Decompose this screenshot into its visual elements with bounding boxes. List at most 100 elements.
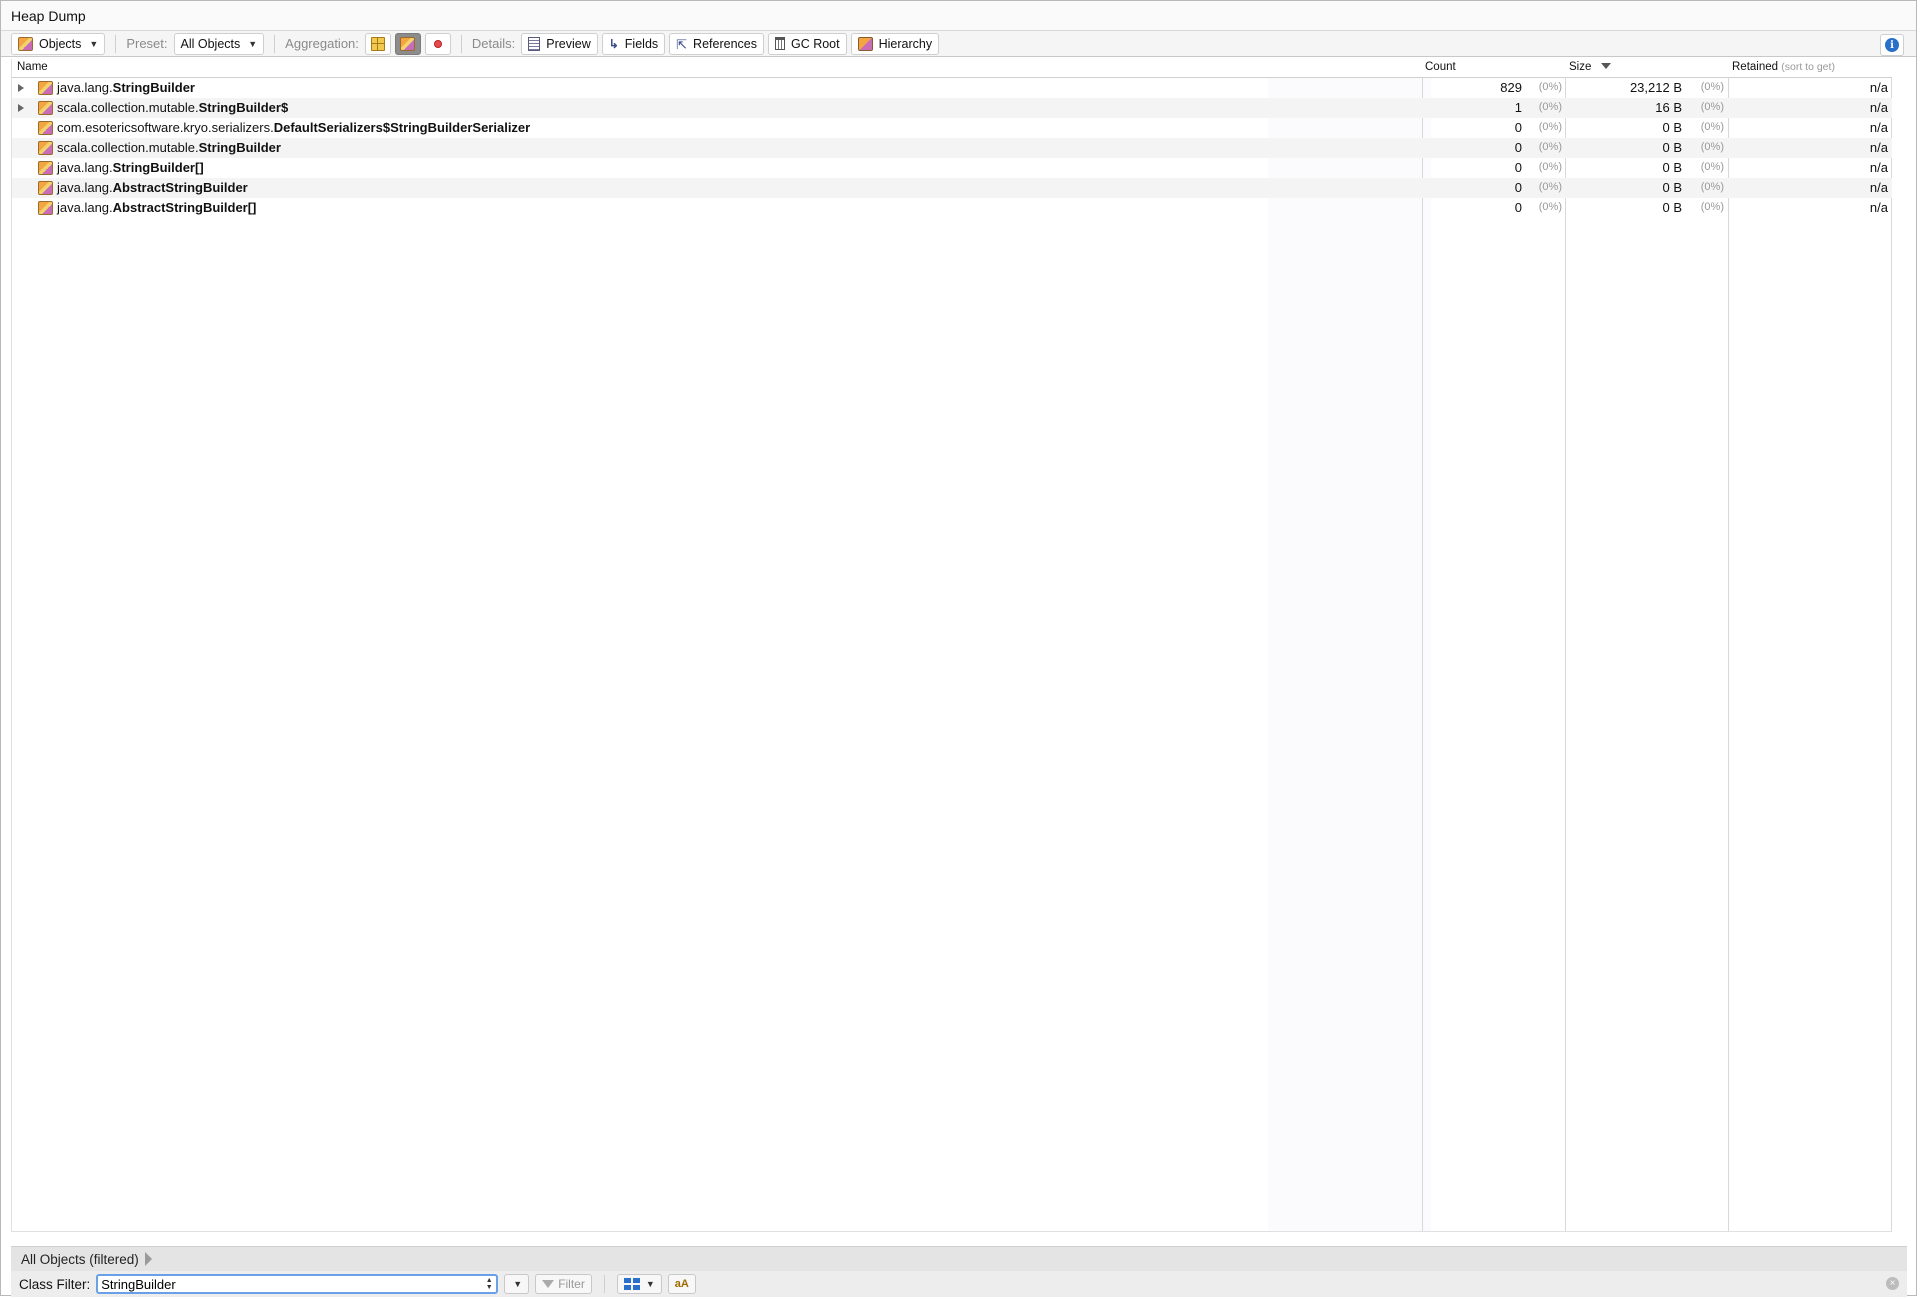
references-button[interactable]: ⇱ References [669, 32, 764, 55]
shallow-size-percent: (0%) [1700, 81, 1724, 93]
shallow-size-percent: (0%) [1700, 101, 1724, 113]
table-row[interactable]: java.lang.StringBuilder[] 0 (0%) 0 B (0%) n/a [12, 158, 1892, 178]
class-name: com.esotericsoftware.kryo.serializers.De… [57, 120, 530, 135]
preview-document-icon [528, 36, 541, 51]
aggregate-by-instance-button[interactable] [424, 32, 451, 55]
objects-icon [18, 36, 33, 51]
toolbar-divider [460, 34, 462, 53]
class-package: java.lang. [57, 160, 113, 175]
filter-history-stepper-icon[interactable]: ▲ ▼ [482, 1276, 496, 1292]
class-simple-name: AbstractStringBuilder [112, 180, 248, 195]
shallow-size: 23,212 B [1629, 80, 1682, 95]
filter-bar: Class Filter: ▲▼ ▼ Filter ▼ aA × [11, 1271, 1907, 1297]
shallow-size-percent: (0%) [1700, 141, 1724, 153]
retained-size: n/a [1869, 120, 1888, 135]
column-header-size[interactable]: Size [1569, 61, 1612, 73]
package-grid-icon [370, 36, 385, 51]
class-simple-name: StringBuilder [112, 80, 195, 95]
aggregate-by-package-button[interactable] [364, 32, 391, 55]
table-row[interactable]: java.lang.StringBuilder 829 (0%) 23,212 B (0… [12, 78, 1892, 98]
class-simple-name: StringBuilder[] [112, 160, 204, 175]
class-name: java.lang.AbstractStringBuilder [57, 180, 248, 195]
instance-count-percent: (0%) [1538, 121, 1562, 133]
retained-size: n/a [1869, 100, 1888, 115]
instance-count: 0 [1514, 140, 1522, 155]
shallow-size-percent: (0%) [1700, 181, 1724, 193]
hierarchy-button-label: Hierarchy [878, 36, 933, 51]
close-filter-icon[interactable]: × [1886, 1277, 1899, 1290]
retained-size: n/a [1869, 180, 1888, 195]
toolbar-divider [115, 34, 117, 53]
class-package: scala.collection.mutable. [57, 100, 199, 115]
chevron-down-icon: ▼ [248, 38, 258, 49]
chevron-down-icon: ▼ [645, 1279, 655, 1289]
match-case-button[interactable]: aA [667, 1274, 696, 1294]
table-row[interactable]: scala.collection.mutable.StringBuilder 0 (… [12, 138, 1892, 158]
info-button[interactable]: i [1880, 34, 1904, 56]
sort-descending-icon [1601, 63, 1612, 69]
class-icon [38, 141, 53, 155]
instance-count-percent: (0%) [1538, 101, 1562, 113]
breadcrumb-chevron-icon [144, 1252, 152, 1266]
table-row[interactable]: com.esotericsoftware.kryo.serializers.De… [12, 118, 1892, 138]
class-filter-label: Class Filter: [19, 1276, 91, 1292]
expand-arrow-icon[interactable] [18, 104, 24, 112]
filter-options-dropdown[interactable]: ▼ [504, 1274, 530, 1294]
expand-arrow-icon[interactable] [18, 84, 24, 92]
class-name: scala.collection.mutable.StringBuilder$ [57, 100, 288, 115]
preset-dropdown[interactable]: All Objects ▼ [173, 32, 265, 55]
filter-button-label: Filter [558, 1277, 585, 1291]
retained-size: n/a [1869, 160, 1888, 175]
filter-mode-dropdown[interactable]: ▼ [616, 1274, 662, 1294]
window-title-text: Heap Dump [11, 7, 86, 24]
breadcrumb-item[interactable]: All Objects (filtered) [21, 1252, 139, 1267]
fields-button[interactable]: ↳ Fields [601, 32, 666, 55]
preset-label: Preset: [126, 36, 168, 51]
view-dropdown[interactable]: Objects ▼ [11, 32, 106, 55]
column-divider [1891, 59, 1892, 1231]
instance-count: 0 [1514, 200, 1522, 215]
table-row[interactable]: scala.collection.mutable.StringBuilder$ 1… [12, 98, 1892, 118]
instance-count-percent: (0%) [1538, 161, 1562, 173]
fields-button-label: Fields [624, 36, 659, 51]
table-row[interactable]: java.lang.AbstractStringBuilder 0 (0%) 0 B (… [12, 178, 1892, 198]
table-row[interactable]: java.lang.AbstractStringBuilder[] 0 (0%) 0 … [12, 198, 1892, 218]
column-header-name[interactable]: Name [17, 61, 48, 73]
shallow-size-percent: (0%) [1700, 201, 1724, 213]
column-header-retained-hint: (sort to get) [1781, 61, 1835, 73]
shallow-size-percent: (0%) [1700, 121, 1724, 133]
class-icon [38, 101, 53, 115]
class-icon [38, 181, 53, 195]
instance-dot-icon [433, 39, 442, 48]
column-header-size-label: Size [1569, 61, 1592, 73]
class-name: java.lang.StringBuilder [57, 80, 195, 95]
column-header-count[interactable]: Count [1425, 61, 1456, 73]
shallow-size: 0 B [1662, 120, 1682, 135]
preset-dropdown-value: All Objects [180, 36, 241, 51]
instance-count: 0 [1514, 180, 1522, 195]
class-filter-input[interactable] [96, 1274, 499, 1294]
preview-button[interactable]: Preview [521, 32, 598, 55]
column-header-retained-label: Retained [1732, 61, 1779, 73]
breadcrumb[interactable]: All Objects (filtered) [11, 1252, 152, 1267]
filter-button[interactable]: Filter [535, 1274, 592, 1294]
class-package: com.esotericsoftware.kryo.serializers. [57, 120, 274, 135]
size-column-shade [1268, 59, 1431, 1231]
aggregate-by-class-button[interactable] [394, 32, 421, 55]
references-button-label: References [693, 36, 757, 51]
hierarchy-button[interactable]: Hierarchy [850, 32, 940, 55]
retained-size: n/a [1869, 140, 1888, 155]
class-simple-name: DefaultSerializers$StringBuilderSerializ… [273, 120, 531, 135]
class-simple-name: AbstractStringBuilder[] [112, 200, 257, 215]
gc-root-button[interactable]: GC Root [767, 32, 847, 55]
class-package: java.lang. [57, 200, 113, 215]
class-package: scala.collection.mutable. [57, 140, 199, 155]
instance-count-percent: (0%) [1538, 81, 1562, 93]
filter-divider [603, 1275, 605, 1293]
class-icon [38, 161, 53, 175]
instance-count-percent: (0%) [1538, 141, 1562, 153]
instance-count-percent: (0%) [1538, 201, 1562, 213]
retained-size: n/a [1869, 80, 1888, 95]
references-icon: ⇱ [676, 36, 688, 52]
column-header-retained[interactable]: Retained (sort to get) [1732, 61, 1835, 73]
